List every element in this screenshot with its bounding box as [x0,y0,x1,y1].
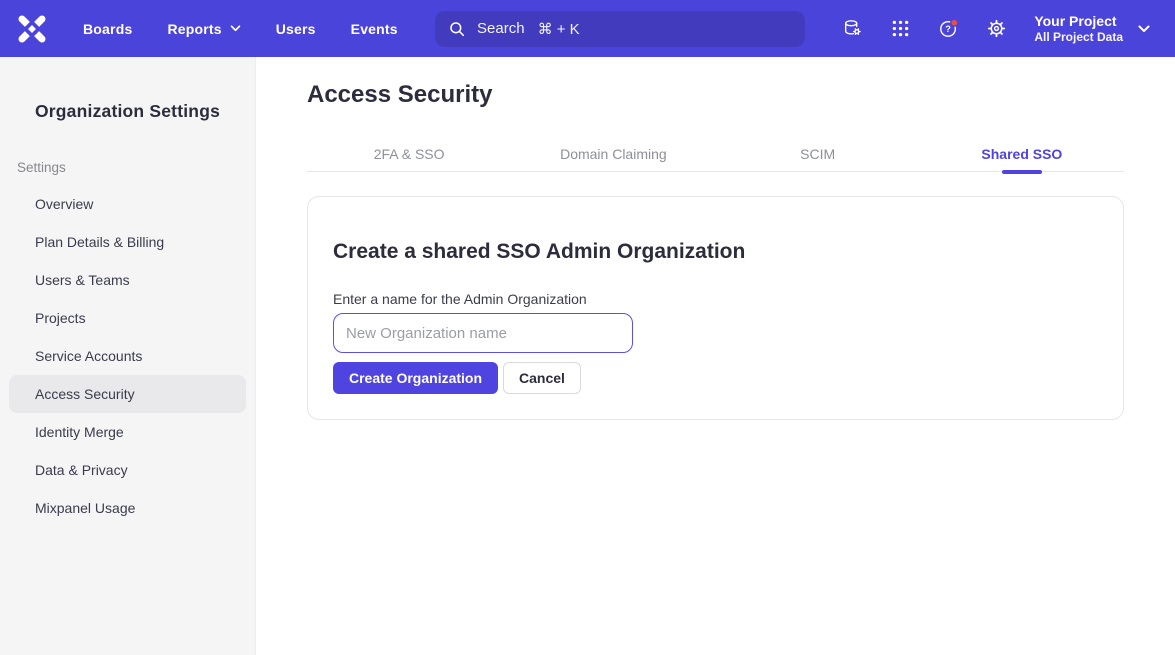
nav-item-users[interactable]: Users [276,21,316,37]
tab-shared-sso[interactable]: Shared SSO [920,146,1124,171]
project-switcher[interactable]: Your Project All Project Data [1034,12,1150,45]
nav-item-label: Events [351,21,398,37]
cancel-button[interactable]: Cancel [503,362,581,394]
search-icon [448,20,466,38]
sidebar-title: Organization Settings [0,101,255,122]
sidebar-item-identity-merge[interactable]: Identity Merge [9,413,246,451]
search-placeholder-text: Search [477,20,525,38]
settings-gear-icon[interactable] [986,18,1007,39]
org-settings-sidebar: Organization Settings Settings Overview … [0,57,256,655]
nav-item-label: Reports [167,21,221,37]
chevron-down-icon [230,25,241,32]
main-content: Access Security 2FA & SSO Domain Claimin… [256,57,1175,655]
project-name: Your Project [1034,12,1123,30]
card-title: Create a shared SSO Admin Organization [333,240,1098,264]
nav-item-label: Boards [83,21,132,37]
data-management-icon[interactable] [842,18,863,39]
app-body: Organization Settings Settings Overview … [0,57,1175,655]
sidebar-nav: Overview Plan Details & Billing Users & … [0,185,255,527]
search-shortcut-hint: ⌘ + K [538,20,580,38]
sidebar-item-service-accounts[interactable]: Service Accounts [9,337,246,375]
tab-2fa-sso[interactable]: 2FA & SSO [307,146,511,171]
svg-text:?: ? [946,24,952,34]
global-search-input[interactable]: Search ⌘ + K [435,11,805,47]
nav-item-label: Users [276,21,316,37]
notification-badge [951,19,958,26]
mixpanel-logo-icon[interactable] [16,13,48,45]
page-title: Access Security [307,81,1124,109]
shared-sso-card: Create a shared SSO Admin Organization E… [307,196,1124,420]
search-placeholder: Search ⌘ + K [477,20,580,38]
project-scope: All Project Data [1034,30,1123,45]
top-navbar: Boards Reports Users Events Search ⌘ + K [0,0,1175,57]
card-actions: Create Organization Cancel [333,362,1098,394]
sidebar-item-data-privacy[interactable]: Data & Privacy [9,451,246,489]
sidebar-item-overview[interactable]: Overview [9,185,246,223]
help-icon[interactable]: ? [938,18,959,39]
chevron-down-icon [1138,25,1150,33]
sidebar-item-plan-details-billing[interactable]: Plan Details & Billing [9,223,246,261]
tab-domain-claiming[interactable]: Domain Claiming [511,146,715,171]
organization-name-input[interactable] [333,313,633,353]
sidebar-item-users-teams[interactable]: Users & Teams [9,261,246,299]
sidebar-item-access-security[interactable]: Access Security [9,375,246,413]
sidebar-item-mixpanel-usage[interactable]: Mixpanel Usage [9,489,246,527]
project-labels: Your Project All Project Data [1034,12,1123,45]
nav-item-reports[interactable]: Reports [167,21,240,37]
create-organization-button[interactable]: Create Organization [333,362,498,394]
nav-item-events[interactable]: Events [351,21,398,37]
tab-scim[interactable]: SCIM [716,146,920,171]
primary-nav: Boards Reports Users Events [83,21,398,37]
sidebar-section-label: Settings [17,160,255,175]
org-name-label: Enter a name for the Admin Organization [333,291,1098,307]
sidebar-item-projects[interactable]: Projects [9,299,246,337]
nav-item-boards[interactable]: Boards [83,21,132,37]
access-security-tabs: 2FA & SSO Domain Claiming SCIM Shared SS… [307,146,1124,172]
apps-grid-icon[interactable] [890,18,911,39]
navbar-action-icons: ? [842,18,1007,39]
